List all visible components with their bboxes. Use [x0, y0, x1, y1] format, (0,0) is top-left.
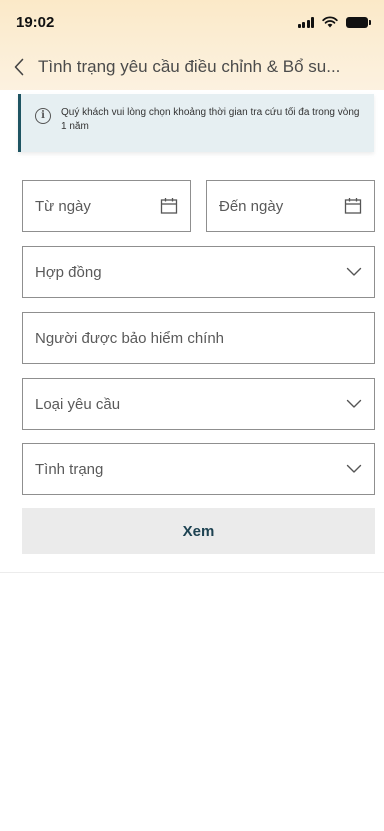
request-type-select[interactable]: Loại yêu cầu [22, 378, 375, 430]
chevron-down-icon [346, 464, 362, 473]
from-date-field[interactable]: Từ ngày [22, 180, 191, 232]
contract-select[interactable]: Hợp đồng [22, 246, 375, 298]
wifi-icon [322, 16, 338, 28]
insured-person-label: Người được bảo hiểm chính [35, 329, 225, 347]
request-type-label: Loại yêu cầu [35, 395, 121, 413]
divider [0, 572, 384, 573]
insured-person-field[interactable]: Người được bảo hiểm chính [22, 312, 375, 364]
info-icon: i [35, 108, 51, 124]
calendar-icon [160, 198, 178, 214]
status-icons [297, 16, 371, 28]
view-button[interactable]: Xem [22, 508, 375, 554]
contract-label: Hợp đồng [35, 263, 102, 281]
to-date-label: Đến ngày [219, 197, 284, 215]
chevron-down-icon [346, 267, 362, 276]
status-select[interactable]: Tình trạng [22, 443, 375, 495]
signal-icon [297, 16, 314, 28]
chevron-down-icon [346, 399, 362, 408]
page-title: Tình trạng yêu cầu điều chỉnh & Bổ su... [38, 57, 341, 76]
header: Tình trạng yêu cầu điều chỉnh & Bổ su... [0, 44, 384, 90]
notice-text: Quý khách vui lòng chọn khoảng thời gian… [61, 107, 360, 132]
status-label: Tình trạng [35, 460, 104, 478]
from-date-label: Từ ngày [35, 197, 91, 215]
status-bar: 19:02 [0, 0, 384, 44]
back-chevron-icon[interactable] [14, 57, 28, 77]
status-time: 19:02 [16, 13, 55, 31]
battery-icon [346, 16, 371, 28]
info-notice: i Quý khách vui lòng chọn khoảng thời gi… [18, 94, 374, 152]
to-date-field[interactable]: Đến ngày [206, 180, 375, 232]
main-content: i Quý khách vui lòng chọn khoảng thời gi… [0, 90, 384, 831]
calendar-icon [344, 198, 362, 214]
